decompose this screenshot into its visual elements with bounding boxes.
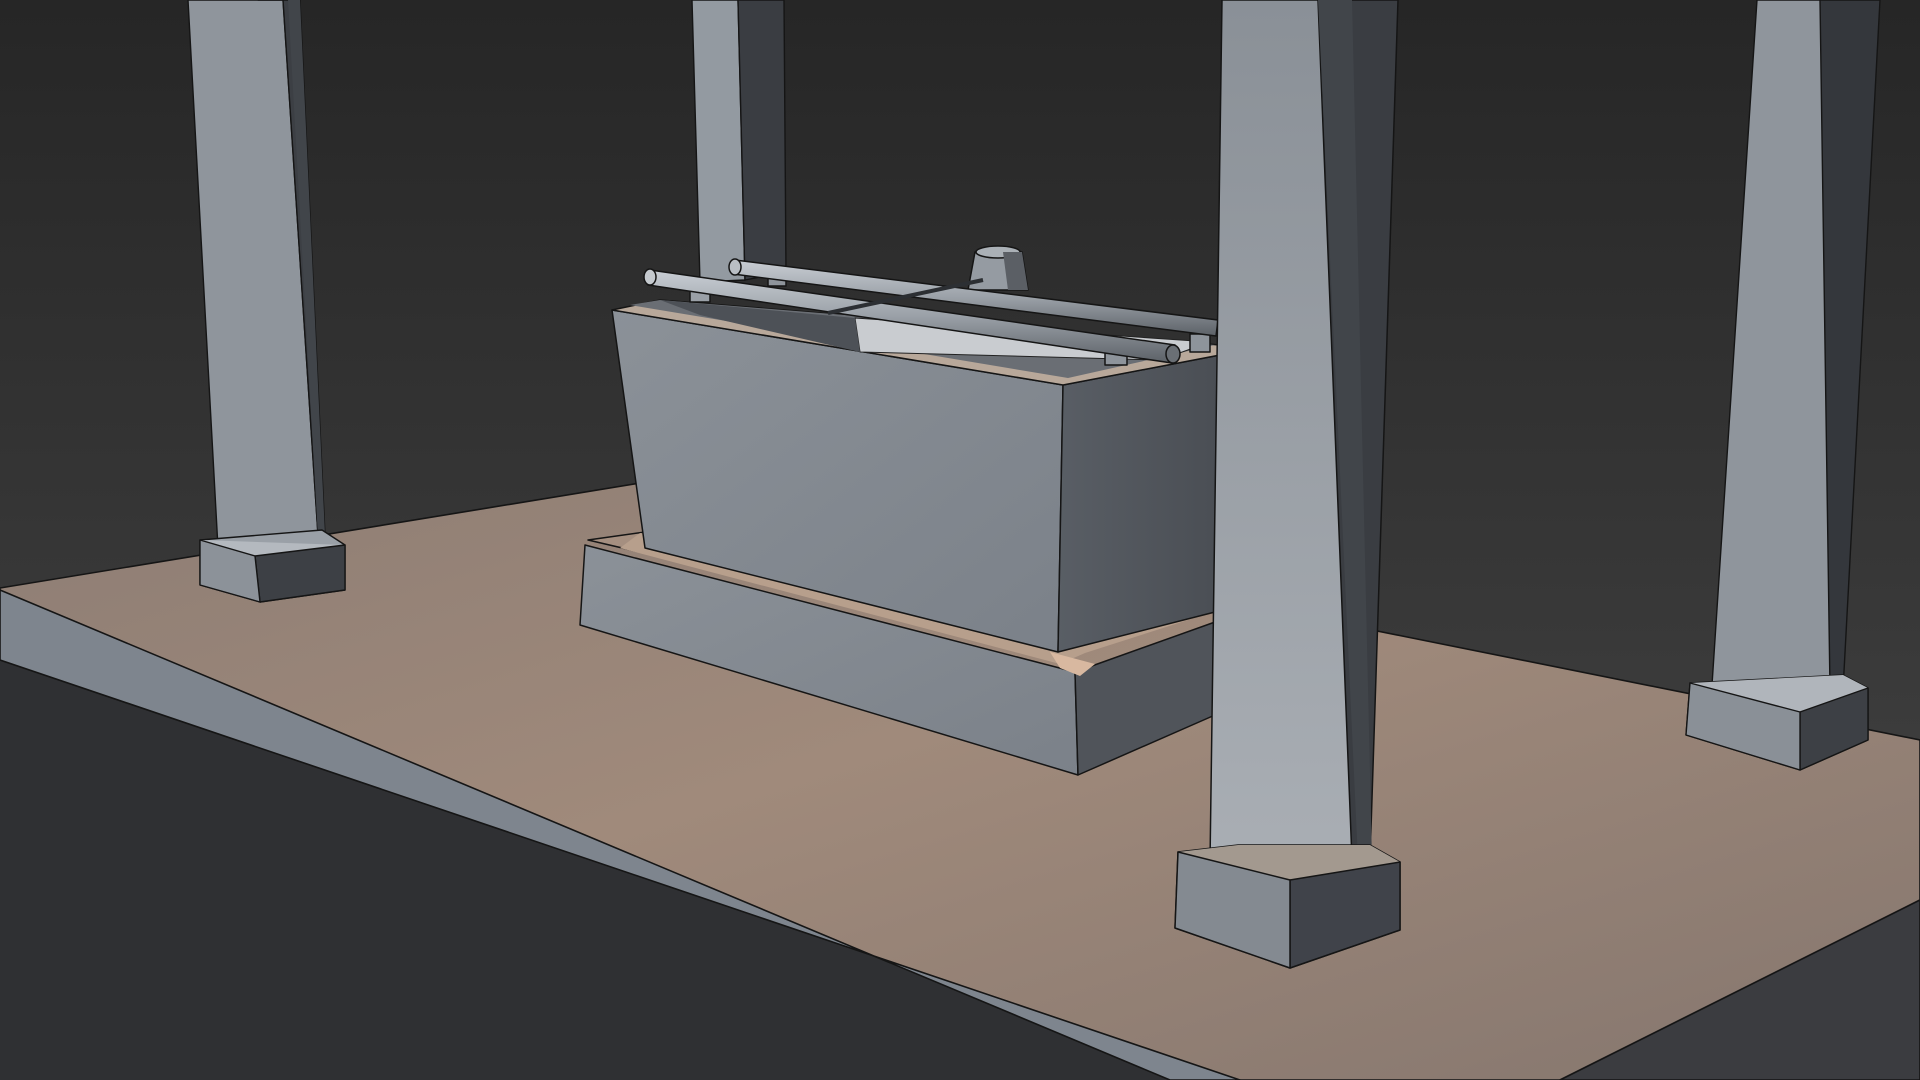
scene-render	[0, 0, 1920, 1080]
3d-viewport[interactable]	[0, 0, 1920, 1080]
pillar-back-center	[691, 0, 787, 283]
tomb-box-side	[1057, 354, 1221, 653]
